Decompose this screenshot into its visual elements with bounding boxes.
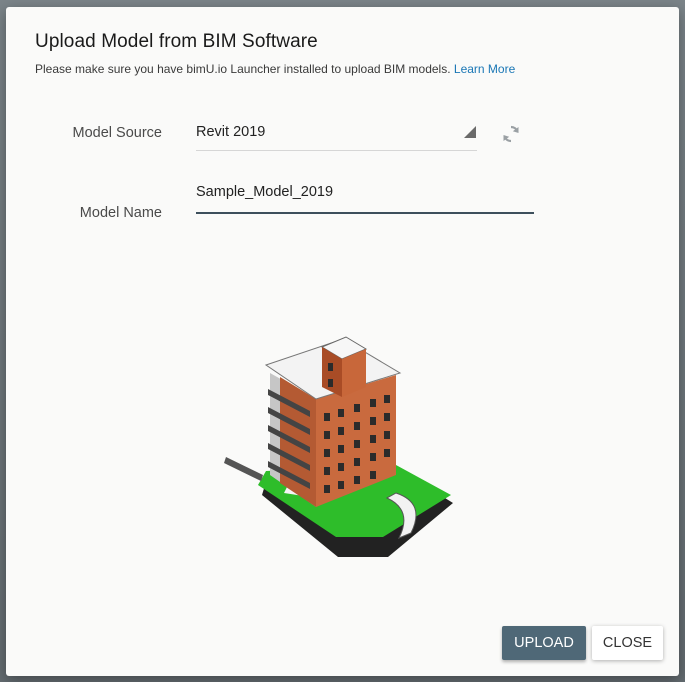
upload-button[interactable]: UPLOAD <box>502 626 586 660</box>
model-source-label: Model Source <box>72 125 162 141</box>
dialog-subtitle: Please make sure you have bimU.io Launch… <box>35 62 515 76</box>
model-source-value: Revit 2019 <box>196 124 266 140</box>
learn-more-link[interactable]: Learn More <box>454 62 515 76</box>
upload-model-dialog: Upload Model from BIM Software Please ma… <box>6 7 679 676</box>
building-model-preview <box>218 325 458 565</box>
close-button[interactable]: CLOSE <box>592 626 663 660</box>
model-name-field-wrap <box>196 180 534 214</box>
model-source-select[interactable]: Revit 2019 <box>196 119 477 151</box>
triangle-down-icon <box>464 126 476 138</box>
subtitle-text: Please make sure you have bimU.io Launch… <box>35 62 451 76</box>
refresh-icon[interactable] <box>499 122 523 146</box>
model-name-label: Model Name <box>79 205 162 221</box>
dialog-title: Upload Model from BIM Software <box>35 31 318 52</box>
model-name-input[interactable] <box>196 184 526 200</box>
